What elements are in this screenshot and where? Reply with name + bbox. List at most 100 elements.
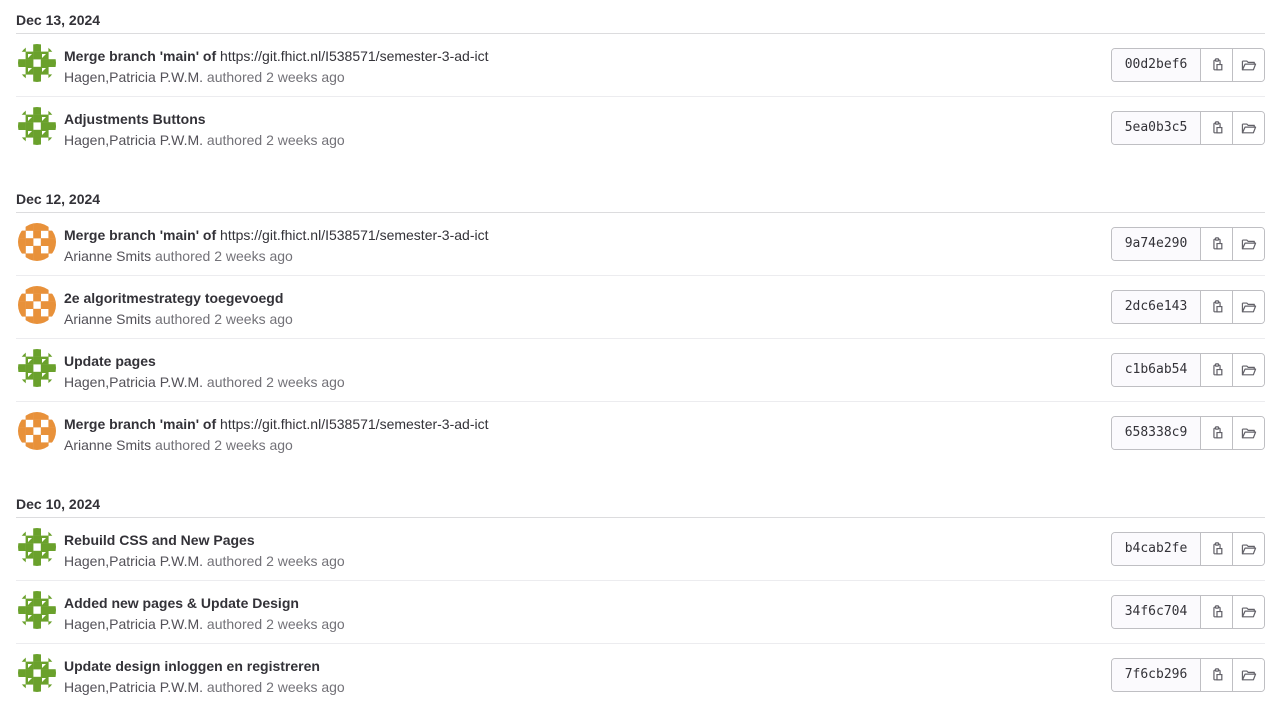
commit-sha[interactable]: 5ea0b3c5 — [1112, 112, 1201, 144]
folder-open-icon — [1241, 668, 1257, 682]
authored-label: authored — [206, 679, 263, 695]
author-avatar[interactable] — [18, 654, 56, 692]
commit-row: Update design inloggen en registreren Ha… — [16, 644, 1265, 707]
commit-title[interactable]: 2e algoritmestrategy toegevoegd — [64, 290, 283, 306]
folder-open-icon — [1241, 237, 1257, 251]
authored-label: authored — [155, 437, 211, 453]
commit-title[interactable]: Rebuild CSS and New Pages — [64, 532, 255, 548]
browse-files-button[interactable] — [1232, 112, 1264, 144]
commit-author[interactable]: Hagen,Patricia P.W.M. — [64, 616, 203, 632]
commit-title[interactable]: Adjustments Buttons — [64, 111, 206, 127]
copy-sha-button[interactable] — [1201, 533, 1232, 565]
author-avatar[interactable] — [18, 107, 56, 145]
commit-title[interactable]: Added new pages & Update Design — [64, 595, 299, 611]
commit-sha[interactable]: 2dc6e143 — [1112, 291, 1201, 323]
author-avatar[interactable] — [18, 286, 56, 324]
commit-sha[interactable]: 7f6cb296 — [1112, 659, 1201, 691]
commit-title-link[interactable]: https://git.fhict.nl/I538571/semester-3-… — [220, 48, 488, 64]
commit-sha[interactable]: 34f6c704 — [1112, 596, 1201, 628]
copy-sha-button[interactable] — [1201, 228, 1232, 260]
commit-list: Dec 13, 2024 Merge branch 'main' of http… — [0, 0, 1279, 718]
commit-day-group: Dec 13, 2024 Merge branch 'main' of http… — [16, 0, 1265, 160]
copy-icon — [1210, 300, 1224, 314]
copy-sha-button[interactable] — [1201, 596, 1232, 628]
copy-icon — [1210, 605, 1224, 619]
commit-time: 2 weeks ago — [214, 311, 293, 327]
browse-files-button[interactable] — [1232, 49, 1264, 81]
copy-sha-button[interactable] — [1201, 417, 1232, 449]
commit-time: 2 weeks ago — [214, 437, 293, 453]
commit-author[interactable]: Hagen,Patricia P.W.M. — [64, 374, 203, 390]
folder-open-icon — [1241, 542, 1257, 556]
commit-row: Rebuild CSS and New Pages Hagen,Patricia… — [16, 518, 1265, 581]
commit-row: Merge branch 'main' of https://git.fhict… — [16, 402, 1265, 465]
commit-time: 2 weeks ago — [266, 132, 345, 148]
folder-open-icon — [1241, 363, 1257, 377]
commit-row: Merge branch 'main' of https://git.fhict… — [16, 213, 1265, 276]
commit-author[interactable]: Hagen,Patricia P.W.M. — [64, 69, 203, 85]
author-avatar[interactable] — [18, 591, 56, 629]
authored-label: authored — [155, 248, 211, 264]
commit-sha[interactable]: b4cab2fe — [1112, 533, 1201, 565]
commit-author[interactable]: Hagen,Patricia P.W.M. — [64, 679, 203, 695]
commit-author[interactable]: Hagen,Patricia P.W.M. — [64, 553, 203, 569]
browse-files-button[interactable] — [1232, 659, 1264, 691]
author-avatar[interactable] — [18, 412, 56, 450]
commit-title[interactable]: Merge branch 'main' of — [64, 227, 216, 243]
commit-time: 2 weeks ago — [266, 374, 345, 390]
copy-icon — [1210, 668, 1224, 682]
copy-icon — [1210, 426, 1224, 440]
commit-title[interactable]: Merge branch 'main' of — [64, 416, 216, 432]
copy-sha-button[interactable] — [1201, 659, 1232, 691]
commit-title[interactable]: Merge branch 'main' of — [64, 48, 216, 64]
commit-sha[interactable]: 9a74e290 — [1112, 228, 1201, 260]
copy-icon — [1210, 237, 1224, 251]
commit-row: 2e algoritmestrategy toegevoegd Arianne … — [16, 276, 1265, 339]
folder-open-icon — [1241, 300, 1257, 314]
commit-sha[interactable]: 658338c9 — [1112, 417, 1201, 449]
browse-files-button[interactable] — [1232, 596, 1264, 628]
day-header: Dec 10, 2024 — [16, 484, 1265, 518]
author-avatar[interactable] — [18, 528, 56, 566]
commit-sha[interactable]: c1b6ab54 — [1112, 354, 1201, 386]
commit-title[interactable]: Update design inloggen en registreren — [64, 658, 320, 674]
author-avatar[interactable] — [18, 44, 56, 82]
authored-label: authored — [206, 553, 263, 569]
commit-title-link[interactable]: https://git.fhict.nl/I538571/semester-3-… — [220, 227, 488, 243]
browse-files-button[interactable] — [1232, 354, 1264, 386]
commit-row: Adjustments Buttons Hagen,Patricia P.W.M… — [16, 97, 1265, 160]
commit-title[interactable]: Update pages — [64, 353, 156, 369]
commit-time: 2 weeks ago — [266, 679, 345, 695]
copy-icon — [1210, 363, 1224, 377]
commit-author[interactable]: Arianne Smits — [64, 437, 151, 453]
copy-sha-button[interactable] — [1201, 354, 1232, 386]
copy-sha-button[interactable] — [1201, 112, 1232, 144]
commit-author[interactable]: Hagen,Patricia P.W.M. — [64, 132, 203, 148]
browse-files-button[interactable] — [1232, 291, 1264, 323]
commit-sha[interactable]: 00d2bef6 — [1112, 49, 1201, 81]
author-avatar[interactable] — [18, 349, 56, 387]
commit-time: 2 weeks ago — [266, 553, 345, 569]
commit-row: Update pages Hagen,Patricia P.W.M. autho… — [16, 339, 1265, 402]
commit-day-group: Dec 12, 2024 Merge branch 'main' of http… — [16, 179, 1265, 465]
browse-files-button[interactable] — [1232, 228, 1264, 260]
commit-author[interactable]: Arianne Smits — [64, 248, 151, 264]
commit-time: 2 weeks ago — [266, 69, 345, 85]
day-header: Dec 13, 2024 — [16, 0, 1265, 34]
browse-files-button[interactable] — [1232, 417, 1264, 449]
copy-sha-button[interactable] — [1201, 49, 1232, 81]
copy-sha-button[interactable] — [1201, 291, 1232, 323]
authored-label: authored — [206, 132, 263, 148]
commit-row: Added new pages & Update Design Hagen,Pa… — [16, 581, 1265, 644]
folder-open-icon — [1241, 121, 1257, 135]
browse-files-button[interactable] — [1232, 533, 1264, 565]
copy-icon — [1210, 121, 1224, 135]
authored-label: authored — [155, 311, 211, 327]
folder-open-icon — [1241, 605, 1257, 619]
folder-open-icon — [1241, 58, 1257, 72]
commit-time: 2 weeks ago — [214, 248, 293, 264]
author-avatar[interactable] — [18, 223, 56, 261]
commit-title-link[interactable]: https://git.fhict.nl/I538571/semester-3-… — [220, 416, 488, 432]
day-header: Dec 12, 2024 — [16, 179, 1265, 213]
commit-author[interactable]: Arianne Smits — [64, 311, 151, 327]
